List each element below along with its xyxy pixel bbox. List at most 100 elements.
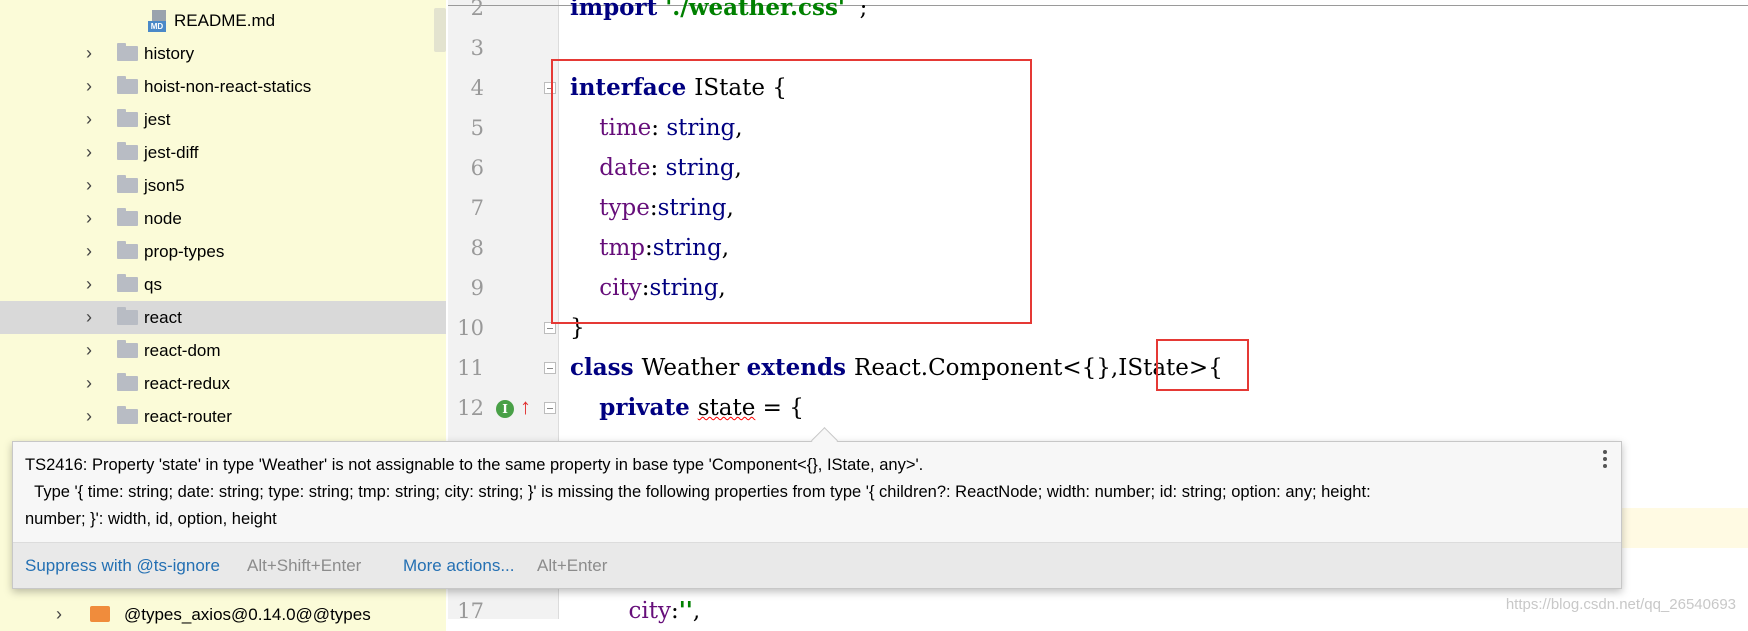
tree-item-types-axios[interactable]: › @types_axios@0.14.0@@types: [0, 598, 446, 631]
code-line[interactable]: tmp:string,: [570, 228, 729, 268]
interface-implementation-icon: I: [496, 400, 514, 418]
error-tooltip: TS2416: Property 'state' in type 'Weathe…: [12, 427, 1622, 589]
code-token: string: [666, 115, 736, 141]
chevron-right-icon[interactable]: ›: [86, 43, 104, 63]
arrow-up-icon: ↑: [520, 394, 531, 419]
tree-item-jest[interactable]: › jest: [0, 103, 446, 136]
tree-item-react[interactable]: › react: [0, 301, 446, 334]
more-actions-shortcut: Alt+Enter: [537, 556, 608, 575]
line-number: 6: [470, 156, 484, 180]
tree-item-react-redux[interactable]: › react-redux: [0, 367, 446, 400]
fold-toggle-icon[interactable]: [544, 82, 556, 94]
tree-item-node[interactable]: › node: [0, 202, 446, 235]
folder-icon: [117, 406, 138, 424]
chevron-right-icon[interactable]: ›: [86, 109, 104, 129]
code-line[interactable]: city:'',: [570, 591, 701, 631]
code-line[interactable]: class Weather extends React.Component<{}…: [570, 348, 1223, 388]
code-token: :: [650, 155, 666, 181]
line-number: 10: [457, 316, 484, 340]
code-token: import: [570, 0, 666, 21]
error-line-3: number; }': width, id, option, height: [25, 510, 277, 528]
line-number: 4: [470, 76, 484, 100]
tree-item-react-dom[interactable]: › react-dom: [0, 334, 446, 367]
tooltip-actions: Suppress with @ts-ignore Alt+Shift+Enter…: [13, 542, 1621, 588]
line-number: 9: [470, 276, 484, 300]
tree-item-label: react: [144, 308, 182, 327]
chevron-right-icon[interactable]: ›: [86, 142, 104, 162]
tree-item-qs[interactable]: › qs: [0, 268, 446, 301]
error-line-2: Type '{ time: string; date: string; type…: [25, 483, 1371, 501]
tree-item-react-router[interactable]: › react-router: [0, 400, 446, 433]
code-token: './weather.css': [665, 0, 845, 21]
suppress-ts-ignore-link[interactable]: Suppress with @ts-ignore: [25, 556, 220, 576]
chevron-right-icon[interactable]: ›: [86, 274, 104, 294]
code-token: IState {: [694, 75, 787, 101]
code-token: ;: [844, 0, 868, 21]
code-token: }: [570, 315, 585, 341]
chevron-right-icon[interactable]: ›: [86, 340, 104, 360]
tree-item-history[interactable]: › history: [0, 37, 446, 70]
code-token: date: [599, 155, 651, 181]
chevron-right-icon[interactable]: ›: [86, 307, 104, 327]
tree-item-label: react-redux: [144, 374, 230, 393]
code-line[interactable]: import './weather.css' ;: [570, 0, 867, 28]
code-token: city: [599, 275, 642, 301]
watermark: https://blog.csdn.net/qq_26540693: [1505, 596, 1736, 613]
code-line[interactable]: time: string,: [570, 108, 743, 148]
tree-item-label: @types_axios@0.14.0@@types: [124, 605, 371, 624]
chevron-right-icon[interactable]: ›: [86, 208, 104, 228]
code-line[interactable]: city:string,: [570, 268, 726, 308]
line-number: 17: [457, 599, 484, 623]
chevron-right-icon[interactable]: ›: [86, 373, 104, 393]
markdown-file-icon: MD: [148, 10, 168, 32]
code-line[interactable]: interface IState {: [570, 68, 787, 108]
tree-item-jest-diff[interactable]: › jest-diff: [0, 136, 446, 169]
tree-item-json5[interactable]: › json5: [0, 169, 446, 202]
code-token: city: [628, 598, 671, 624]
chevron-right-icon[interactable]: ›: [86, 241, 104, 261]
folder-icon: [117, 373, 138, 391]
code-line[interactable]: date: string,: [570, 148, 742, 188]
caret-line-highlight: [1608, 508, 1748, 548]
package-folder-icon: [90, 606, 110, 622]
code-line[interactable]: private state = {: [570, 388, 804, 428]
line-number: 3: [470, 36, 484, 60]
folder-icon: [117, 274, 138, 292]
code-token: Weather: [641, 355, 747, 381]
fold-toggle-icon[interactable]: [544, 322, 556, 334]
line-number: 8: [470, 236, 484, 260]
fold-toggle-icon[interactable]: [544, 402, 556, 414]
tree-item-prop-types[interactable]: › prop-types: [0, 235, 446, 268]
code-line[interactable]: type:string,: [570, 188, 734, 228]
code-token: string: [657, 195, 727, 221]
code-token: ,: [735, 115, 743, 141]
tree-item-label: jest: [144, 110, 171, 129]
error-line-1: TS2416: Property 'state' in type 'Weathe…: [25, 456, 924, 474]
code-token: type: [599, 195, 650, 221]
fold-toggle-icon[interactable]: [544, 362, 556, 374]
kebab-icon[interactable]: [1603, 450, 1609, 471]
code-token: tmp: [599, 235, 646, 261]
tree-item-hoist-non-react-statics[interactable]: › hoist-non-react-statics: [0, 70, 446, 103]
code-line[interactable]: }: [570, 308, 585, 348]
code-token: = {: [755, 395, 804, 421]
implements-marker-icon[interactable]: I ↑: [496, 394, 531, 422]
more-actions-link[interactable]: More actions...: [403, 556, 515, 576]
folder-icon: [117, 43, 138, 61]
folder-icon: [117, 175, 138, 193]
chevron-right-icon[interactable]: ›: [86, 76, 104, 96]
chevron-right-icon[interactable]: ›: [56, 604, 74, 624]
tree-item-readme-md[interactable]: MD README.md: [0, 4, 446, 37]
code-token: '': [678, 597, 693, 624]
code-token: state: [697, 395, 756, 421]
chevron-right-icon[interactable]: ›: [86, 175, 104, 195]
code-token: ,: [718, 275, 726, 301]
tree-item-label: jest-diff: [144, 143, 199, 162]
code-token: interface: [570, 74, 695, 101]
chevron-right-icon[interactable]: ›: [86, 406, 104, 426]
folder-icon: [117, 76, 138, 94]
